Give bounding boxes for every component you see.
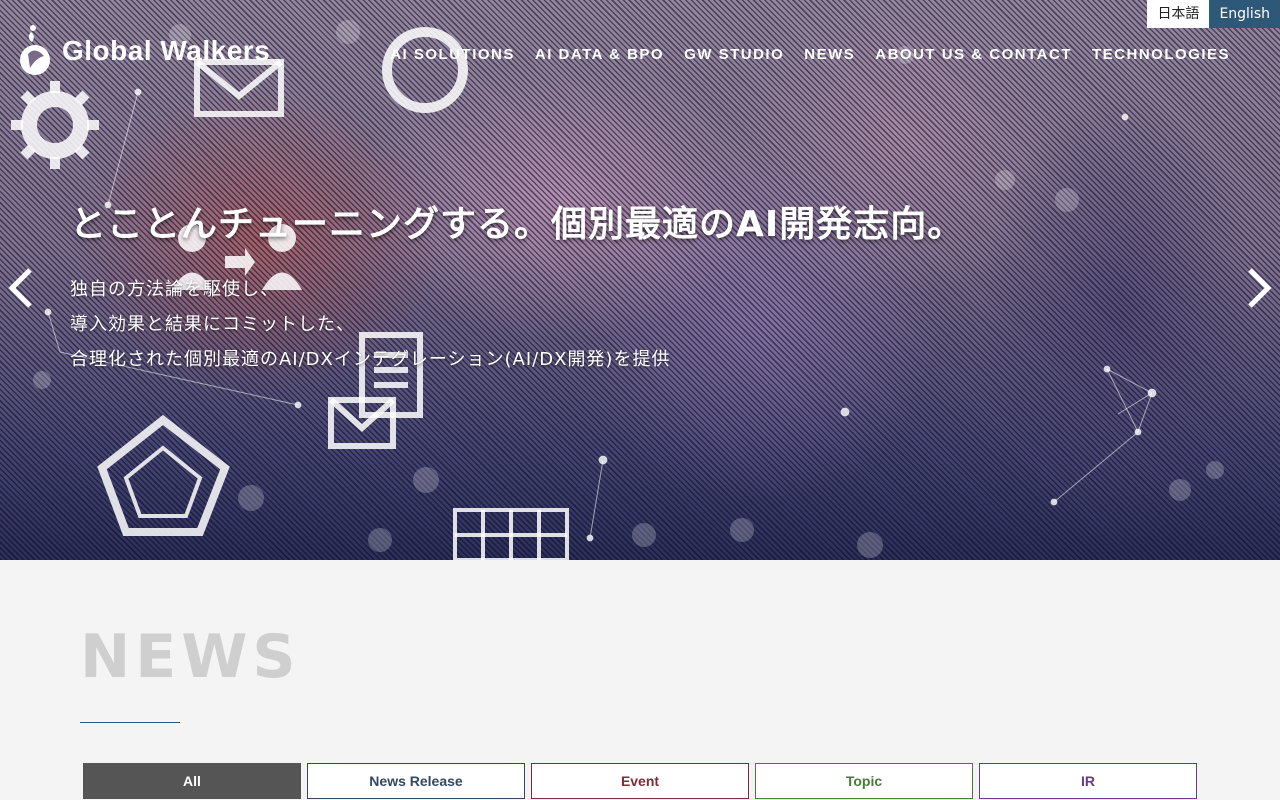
tab-news-release[interactable]: News Release (307, 763, 525, 799)
grid-icon (453, 508, 569, 560)
nav-about-contact[interactable]: ABOUT US & CONTACT (875, 46, 1072, 63)
hero-banner: Global Walkers 日本語 English AI SOLUTIONS … (0, 0, 1280, 560)
tab-event[interactable]: Event (531, 763, 749, 799)
hero-desc-line-2: 導入効果と結果にコミットした、 (70, 314, 355, 335)
carousel-prev-button[interactable] (2, 266, 42, 310)
news-filter-tabs: All News Release Event Topic IR (83, 763, 1197, 799)
hero-title: とことんチューニングする。個別最適のAI開発志向。 (70, 204, 965, 245)
language-english[interactable]: English (1209, 0, 1280, 28)
nav-ai-data-bpo[interactable]: AI DATA & BPO (535, 46, 664, 63)
nav-gw-studio[interactable]: GW STUDIO (684, 46, 784, 63)
main-nav: AI SOLUTIONS AI DATA & BPO GW STUDIO NEW… (390, 46, 1230, 63)
language-switcher: 日本語 English (1147, 0, 1280, 28)
news-heading-underline (80, 722, 180, 723)
pentagon-icon (97, 414, 230, 536)
nav-ai-solutions[interactable]: AI SOLUTIONS (390, 46, 515, 63)
logo-icon (20, 25, 50, 75)
nav-technologies[interactable]: TECHNOLOGIES (1092, 46, 1230, 63)
hero-desc-line-3: 合理化された個別最適のAI/DXインテグレーション(AI/DX開発)を提供 (70, 349, 671, 370)
carousel-next-button[interactable] (1238, 266, 1278, 310)
site-logo[interactable]: Global Walkers (18, 24, 270, 78)
tab-ir[interactable]: IR (979, 763, 1197, 799)
ring-shape (382, 27, 468, 113)
gear-icon (11, 81, 99, 169)
nav-news[interactable]: NEWS (804, 46, 855, 63)
tab-topic[interactable]: Topic (755, 763, 973, 799)
news-heading: NEWS (80, 622, 301, 692)
chevron-right-icon (1248, 268, 1272, 308)
chevron-left-icon (8, 268, 32, 308)
hero-description: 独自の方法論を駆使し、 導入効果と結果にコミットした、 合理化された個別最適のA… (70, 272, 670, 377)
hero-desc-line-1: 独自の方法論を駆使し、 (70, 279, 279, 300)
language-japanese[interactable]: 日本語 (1147, 0, 1210, 28)
tab-all[interactable]: All (83, 763, 301, 799)
logo-text: Global Walkers (62, 35, 271, 66)
